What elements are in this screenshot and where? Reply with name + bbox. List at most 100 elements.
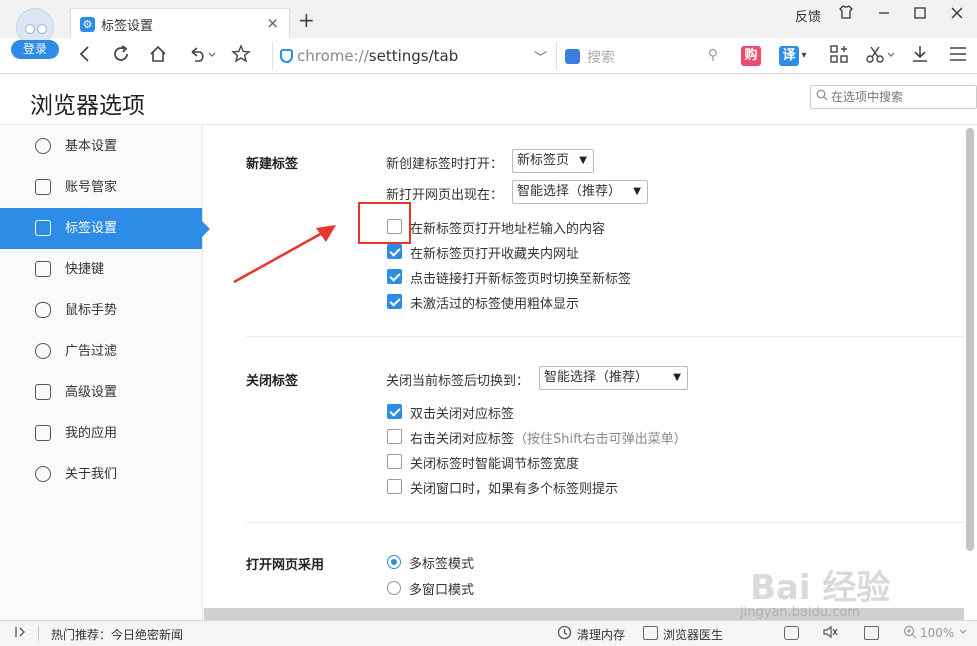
sidebar-item-label: 账号管家	[65, 180, 118, 195]
close-window-icon[interactable]	[946, 4, 968, 26]
volume-icon[interactable]	[822, 624, 838, 643]
baidu-paw-icon	[565, 49, 580, 64]
search-placeholder: 搜索	[587, 50, 615, 66]
address-bar[interactable]: chrome://settings/tab ﹀	[272, 42, 555, 70]
checkbox-label: 在新标签页打开收藏夹内网址	[410, 247, 580, 262]
settings-search-box[interactable]	[810, 85, 977, 109]
settings-header: 浏览器选项	[0, 75, 977, 125]
shopping-ext-icon[interactable]: 购	[741, 46, 761, 66]
browser-tab[interactable]: ⚙ 标签设置 ×	[70, 8, 290, 38]
window-icon[interactable]	[864, 626, 879, 640]
browser-doctor-button[interactable]: 浏览器医生	[663, 626, 723, 643]
new-tab-open-select[interactable]: 新标签页 ▼	[512, 149, 594, 173]
search-icon[interactable]: ⚲	[708, 47, 718, 63]
sidebar-item-ad-filter[interactable]: 广告过滤	[0, 331, 202, 372]
checkbox[interactable]	[387, 404, 402, 419]
sidebar-item-shortcuts[interactable]: 快捷键	[0, 249, 202, 290]
checkbox-label: 点击链接打开新标签页时切换至新标签	[410, 272, 632, 287]
checkbox-label: 在新标签页打开地址栏输入的内容	[410, 222, 606, 237]
settings-search-icon	[816, 89, 828, 104]
home-icon[interactable]	[145, 44, 171, 68]
skin-shirt-icon[interactable]	[835, 4, 857, 26]
select-value: 新标签页	[517, 153, 570, 168]
clean-memory-button[interactable]: 清理内存	[577, 626, 625, 643]
settings-sidebar: 基本设置 账号管家 标签设置 快捷键 鼠标手势 广告过滤 高级设置 我的应用 关…	[0, 126, 210, 620]
back-icon[interactable]	[72, 44, 98, 68]
user-avatar[interactable]: 登录	[10, 4, 60, 59]
menu-icon[interactable]	[945, 44, 971, 68]
checkbox-label: 双击关闭对应标签	[410, 407, 515, 422]
checkbox[interactable]	[387, 294, 402, 309]
settings-search-input[interactable]	[831, 88, 971, 106]
hot-news-link[interactable]: 热门推荐：今日绝密新闻	[51, 626, 183, 643]
vpn-icon[interactable]	[784, 626, 799, 640]
new-tab-open-label: 新创建标签时打开：	[386, 157, 504, 172]
zoom-dropdown-icon[interactable]	[958, 625, 968, 642]
new-page-position-select[interactable]: 智能选择（推荐） ▼	[512, 180, 648, 204]
translate-ext-icon[interactable]: 译	[779, 46, 799, 66]
scrollbar-thumb[interactable]	[966, 128, 974, 551]
checkbox[interactable]	[387, 244, 402, 259]
lock-icon	[35, 179, 51, 195]
apps-grid-icon[interactable]	[826, 44, 852, 68]
address-dropdown-icon[interactable]: ﹀	[534, 47, 547, 66]
download-icon[interactable]	[907, 44, 933, 68]
close-switch-label: 关闭当前标签后切换到：	[386, 374, 530, 389]
checkbox[interactable]	[387, 454, 402, 469]
radio-button[interactable]	[387, 555, 401, 569]
maximize-icon[interactable]	[909, 4, 931, 26]
chevron-down-icon: ▼	[673, 372, 681, 383]
tab-close-icon[interactable]: ×	[266, 14, 279, 32]
sidebar-item-label: 关于我们	[65, 467, 118, 482]
new-page-position-label: 新打开网页出现在：	[386, 188, 504, 203]
checkbox-hint: （按住Shift右击可弹出菜单）	[514, 432, 687, 447]
favorite-star-icon[interactable]	[228, 44, 254, 68]
sidebar-item-basic[interactable]: 基本设置	[0, 126, 202, 167]
checkbox[interactable]	[387, 479, 402, 494]
sidebar-item-advanced[interactable]: 高级设置	[0, 372, 202, 413]
secure-shield-icon	[280, 49, 293, 63]
screenshot-scissors-icon[interactable]	[862, 44, 898, 68]
refresh-icon[interactable]	[108, 44, 134, 68]
translate-dropdown-icon[interactable]: ▾	[798, 44, 810, 68]
navigation-toolbar: chrome://settings/tab ﹀ 搜索 ⚲ 购 译 ▾	[0, 38, 977, 74]
section-title: 新建标签	[246, 157, 299, 172]
sidebar-item-label: 快捷键	[65, 262, 105, 277]
sidebar-item-label: 标签设置	[65, 221, 118, 236]
login-button[interactable]: 登录	[11, 40, 59, 59]
doctor-icon[interactable]	[643, 626, 658, 640]
sidebar-item-my-apps[interactable]: 我的应用	[0, 413, 202, 454]
status-separator	[38, 625, 39, 641]
radio-label: 多标签模式	[409, 557, 475, 572]
sidebar-item-account[interactable]: 账号管家	[0, 167, 202, 208]
radio-button[interactable]	[387, 581, 401, 595]
address-scheme: chrome://	[297, 47, 369, 65]
checkbox[interactable]	[387, 429, 402, 444]
clean-memory-icon[interactable]	[557, 625, 572, 643]
select-value: 智能选择（推荐）	[544, 370, 649, 385]
status-bar: 热门推荐：今日绝密新闻 清理内存 浏览器医生 100%	[0, 620, 977, 646]
minimize-icon[interactable]	[873, 4, 895, 26]
search-box[interactable]: 搜索 ⚲	[556, 42, 724, 70]
zoom-level[interactable]: 100%	[920, 626, 954, 640]
zoom-icon[interactable]	[903, 625, 917, 642]
vertical-scrollbar[interactable]	[964, 126, 977, 620]
new-tab-button[interactable]: +	[298, 8, 315, 32]
gear-icon	[35, 138, 51, 154]
sidebar-item-tabs[interactable]: 标签设置	[0, 208, 210, 249]
settings-content: 新建标签 新创建标签时打开： 新标签页 ▼ 新打开网页出现在： 智能选择（推荐） ▼…	[204, 126, 964, 620]
feedback-link[interactable]: 反馈	[795, 6, 821, 25]
sidebar-item-about[interactable]: 关于我们	[0, 454, 202, 495]
section-divider	[246, 336, 964, 337]
section-divider	[246, 522, 964, 523]
sidebar-toggle-icon[interactable]	[14, 625, 28, 642]
watermark-url: jingyan.baidu.com	[740, 605, 860, 620]
address-url[interactable]: chrome://settings/tab	[297, 47, 458, 65]
wrench-icon	[35, 384, 51, 400]
undo-close-icon[interactable]	[183, 44, 219, 68]
checkbox[interactable]	[387, 269, 402, 284]
checkbox-label: 右击关闭对应标签（按住Shift右击可弹出菜单）	[410, 428, 687, 447]
sidebar-item-mouse-gestures[interactable]: 鼠标手势	[0, 290, 202, 331]
checkbox-label: 未激活过的标签使用粗体显示	[410, 297, 580, 312]
close-switch-select[interactable]: 智能选择（推荐） ▼	[539, 366, 688, 390]
